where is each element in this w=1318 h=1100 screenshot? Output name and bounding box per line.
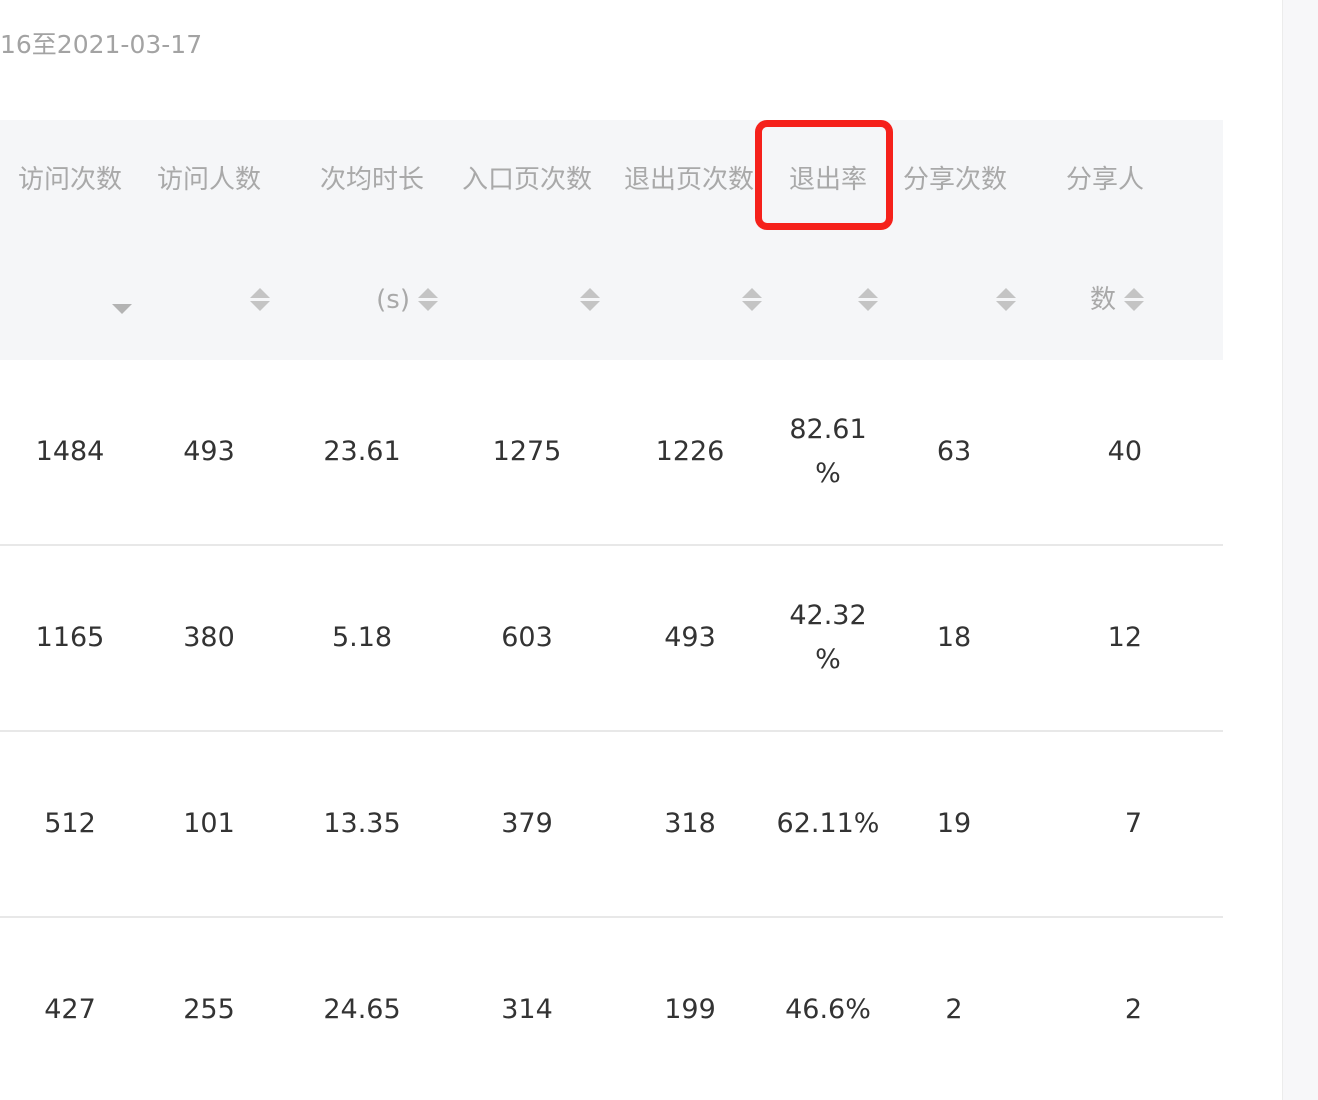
table-row[interactable]: 427 255 24.65 314 199 46.6% 2 2 [0,918,1223,1100]
sort-desc-icon[interactable] [112,286,132,314]
cell-sharers: 12 [1107,622,1142,653]
exit-rate-value: 82.61 [789,414,867,445]
table-row[interactable]: 512 101 13.35 379 318 62.11% 19 7 [0,732,1223,918]
col-header-exit-rate[interactable]: 退出率 [770,120,886,360]
col-entry-pages-sort[interactable] [580,282,600,318]
cell-visits: 512 [44,808,96,839]
col-entry-pages-label: 入口页次数 [461,165,592,195]
col-exit-rate-sort[interactable] [858,282,878,318]
date-range-label: 16至2021-03-17 [0,30,203,59]
col-visitors-sort[interactable] [250,282,270,318]
cell-shares: 63 [936,436,972,467]
cell-exit-rate: 62.11% [770,732,886,916]
cell-exit-rate: 46.6% [770,918,886,1100]
data-table: 访问次数 访问人数 次均时长 (s) 入口页次数 退出页次数 退出率 分享次数 … [0,120,1223,1100]
table-row[interactable]: 1165 380 5.18 603 493 42.32% 18 12 [0,546,1223,732]
col-header-sharers[interactable]: 分享人 数 [1024,120,1152,360]
col-visits-label: 访问次数 [17,165,122,195]
cell-exit-pages: 199 [664,994,716,1025]
col-header-entry-pages[interactable]: 入口页次数 [446,120,608,360]
col-sharers-label-2: 数 [1089,285,1116,315]
sort-icon[interactable] [858,286,878,314]
cell-visitors: 493 [183,436,235,467]
exit-rate-value: 42.32 [789,600,867,631]
col-exit-pages-sort[interactable] [742,282,762,318]
cell-exit-rate: 42.32% [770,546,886,730]
cell-avg-time: 5.18 [331,622,393,653]
table-row[interactable]: 1484 493 23.61 1275 1226 82.61% 63 40 [0,360,1223,546]
col-visits-sort[interactable] [112,282,132,318]
col-shares-sort[interactable] [996,282,1016,318]
cell-avg-time: 24.65 [323,994,401,1025]
cell-exit-pages: 318 [664,808,716,839]
cell-avg-time: 13.35 [323,808,401,839]
cell-sharers: 7 [1124,808,1142,839]
cell-entry-pages: 379 [501,808,553,839]
cell-entry-pages: 314 [501,994,553,1025]
page-right-gutter [1282,0,1318,1100]
col-sharers-label: 分享人 [1065,165,1144,195]
sort-icon[interactable] [996,286,1016,314]
cell-visits: 1165 [35,622,105,653]
cell-visitors: 380 [183,622,235,653]
exit-rate-value: 62.11% [776,808,880,839]
col-header-shares[interactable]: 分享次数 [886,120,1024,360]
cell-entry-pages: 1275 [492,436,562,467]
col-exit-pages-label: 退出页次数 [623,165,754,195]
table-header: 访问次数 访问人数 次均时长 (s) 入口页次数 退出页次数 退出率 分享次数 … [0,120,1223,360]
cell-exit-pages: 493 [664,622,716,653]
exit-rate-value: 46.6% [785,994,871,1025]
cell-exit-rate: 82.61% [770,360,886,544]
cell-visitors: 101 [183,808,235,839]
exit-rate-unit: % [815,644,841,675]
col-header-visits[interactable]: 访问次数 [0,120,140,360]
cell-shares: 2 [945,994,963,1025]
col-header-visitors[interactable]: 访问人数 [140,120,278,360]
cell-entry-pages: 603 [501,622,553,653]
col-header-exit-pages[interactable]: 退出页次数 [608,120,770,360]
cell-visits: 1484 [35,436,105,467]
cell-shares: 19 [936,808,972,839]
col-exit-rate-label: 退出率 [788,165,867,195]
col-shares-label: 分享次数 [902,165,1007,195]
cell-visitors: 255 [183,994,235,1025]
sort-icon[interactable] [250,286,270,314]
sort-icon[interactable] [1124,286,1144,314]
sort-icon[interactable] [742,286,762,314]
sort-icon[interactable] [580,286,600,314]
col-avg-time-label-2: (s) [376,285,410,315]
col-sharers-sort[interactable]: 数 [1090,282,1144,318]
cell-avg-time: 23.61 [323,436,401,467]
col-visitors-label: 访问人数 [156,165,261,195]
cell-shares: 18 [936,622,972,653]
sort-icon[interactable] [418,286,438,314]
exit-rate-unit: % [815,458,841,489]
cell-visits: 427 [44,994,96,1025]
cell-sharers: 2 [1124,994,1142,1025]
col-avg-time-label: 次均时长 [319,165,424,195]
cell-exit-pages: 1226 [655,436,725,467]
col-avg-time-sort[interactable]: (s) [376,282,438,318]
cell-sharers: 40 [1107,436,1142,467]
col-header-avg-time[interactable]: 次均时长 (s) [298,120,446,360]
